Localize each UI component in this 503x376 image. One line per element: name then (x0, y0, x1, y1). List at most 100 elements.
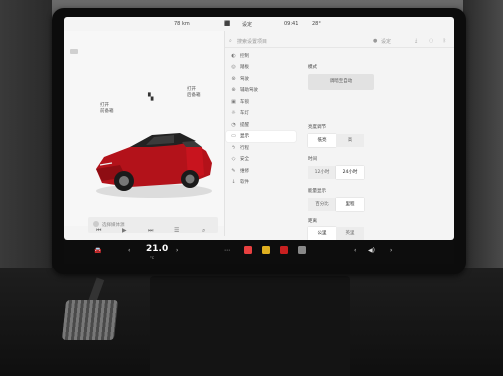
dock-bar: 🚘 ‹ 21.0 °C › ⋯ ‹ ◀) › (64, 240, 454, 264)
energy-display-toggle: 百分比 里程 (308, 198, 364, 211)
trunk-label: 后备箱 (187, 93, 201, 98)
status-bar: 78 km ⬛ 设定 09:41 28° (64, 17, 454, 31)
menu-item-lights[interactable]: ☼ 车灯 (226, 108, 296, 120)
next-track-icon[interactable]: ⏭ (148, 227, 153, 235)
brightness-option-high[interactable]: 高 (336, 134, 364, 147)
menu-item-label: 车锁 (240, 99, 249, 105)
lock-icon: ▣ (231, 98, 236, 105)
car-icon[interactable]: 🚘 (94, 247, 101, 254)
menu-item-label: 行程 (240, 145, 249, 151)
toybox-app-icon[interactable] (262, 246, 270, 254)
display-icon: ▭ (231, 133, 236, 140)
previous-track-icon[interactable]: ⏮ (96, 227, 101, 235)
trunk-open-button[interactable]: 打开 后备箱 (187, 87, 201, 99)
gauge-icon: ◎ (231, 64, 236, 71)
bell-icon: ◔ (231, 121, 236, 128)
energy-option-distance[interactable]: 里程 (336, 198, 364, 211)
brightness-toggle: 低亮 高 (308, 134, 364, 147)
profile-name[interactable]: 设定 (242, 21, 252, 28)
temperature-unit: °C (150, 256, 155, 260)
time-format-label: 时间 (308, 157, 317, 162)
menu-item-label: 辅助驾驶 (240, 88, 258, 94)
search-icon[interactable]: ⌕ (202, 227, 205, 235)
autopilot-icon: ⊕ (231, 87, 236, 94)
brightness-label: 亮度调节 (308, 125, 326, 130)
units-option-km[interactable]: 公里 (308, 227, 336, 240)
panel-divider (224, 31, 225, 236)
menu-item-label: 安全 (240, 157, 249, 163)
menu-item-label: 显示 (240, 134, 249, 140)
menu-item-label: 驾驶 (240, 76, 249, 82)
equalizer-icon[interactable]: ☰ (174, 227, 179, 234)
menu-item-safety[interactable]: ◇ 安全 (226, 154, 296, 166)
brake-pedal (61, 300, 119, 340)
center-console (150, 276, 350, 376)
distance-units-toggle: 公里 英里 (308, 227, 364, 240)
search-icon[interactable]: ⌕ (229, 38, 232, 44)
steering-icon: ⊛ (231, 75, 236, 82)
brightness-option-low[interactable]: 低亮 (308, 134, 336, 147)
menu-item-service[interactable]: ✎ 维修 (226, 165, 296, 177)
menu-item-trips[interactable]: ϟ 行程 (226, 142, 296, 154)
menu-item-display[interactable]: ▭ 显示 (226, 130, 296, 142)
settings-search-bar: ⌕ 搜索设置项目 ● 设定 ⤓ ◌ ᛒ (225, 34, 454, 48)
temp-up-icon[interactable]: › (176, 247, 178, 254)
volume-icon[interactable]: ◀) (368, 247, 375, 254)
download-icon: ↓ (231, 179, 236, 186)
seat-heat-icon[interactable]: ⋯ (224, 247, 230, 254)
calendar-app-icon[interactable] (244, 246, 252, 254)
time-option-12h[interactable]: 12小时 (308, 166, 336, 179)
search-input[interactable]: 搜索设置项目 (237, 38, 267, 45)
mode-button[interactable]: 调暗至自动 (308, 74, 374, 90)
menu-item-label: 维修 (240, 168, 249, 174)
frunk-open-button[interactable]: 打开 前备箱 (100, 103, 114, 115)
settings-menu: ◐ 控制 ◎ 踏板 ⊛ 驾驶 ⊕ 辅助驾驶 ▣ 车锁 ☼ 车灯 ◔ 提醒 ▭ 显示 ϟ 行程 ◇ 安… (226, 50, 296, 188)
user-icon[interactable]: ● (373, 38, 377, 44)
bell-icon[interactable]: ◌ (429, 38, 433, 44)
menu-icon[interactable] (70, 49, 78, 54)
units-option-miles[interactable]: 英里 (336, 227, 364, 240)
bolt-icon: ϟ (231, 144, 236, 151)
energy-option-percent[interactable]: 百分比 (308, 198, 336, 211)
temp-down-icon[interactable]: ‹ (128, 247, 130, 254)
shield-icon: ◇ (231, 156, 236, 163)
distance-units-label: 距离 (308, 219, 317, 224)
phone-app-icon[interactable] (298, 246, 306, 254)
toggle-icon: ◐ (231, 52, 236, 59)
cabin-temperature[interactable]: 21.0 (146, 244, 168, 254)
menu-item-label: 控制 (240, 53, 249, 59)
media-controls: ⏮ ▶ ⏭ ☰ ⌕ (64, 225, 224, 237)
menu-item-alerts[interactable]: ◔ 提醒 (226, 119, 296, 131)
light-icon: ☼ (231, 110, 236, 117)
menu-item-software[interactable]: ↓ 软件 (226, 177, 296, 189)
mode-label: 模式 (308, 65, 317, 70)
download-icon[interactable]: ⤓ (415, 38, 417, 44)
menu-item-label: 车灯 (240, 111, 249, 117)
wrench-icon: ✎ (231, 167, 236, 174)
time-option-24h[interactable]: 24小时 (336, 166, 364, 179)
menu-item-label: 提醒 (240, 122, 249, 128)
display-settings: 模式 调暗至自动 亮度调节 低亮 高 时间 12小时 24小时 能量显示 百分比… (304, 50, 452, 240)
touchscreen: 78 km ⬛ 设定 09:41 28° 打开 前备箱 打开 后备箱 ▚ 选择媒… (64, 17, 454, 240)
outside-temp: 28° (312, 21, 321, 27)
menu-item-locks[interactable]: ▣ 车锁 (226, 96, 296, 108)
car-panel: 打开 前备箱 打开 后备箱 ▚ 选择媒体源 (64, 31, 224, 233)
energy-display-label: 能量显示 (308, 189, 326, 194)
volume-up-icon[interactable]: › (390, 247, 392, 254)
play-icon[interactable]: ▶ (122, 227, 127, 234)
clock: 09:41 (284, 21, 299, 27)
car-lock-icon[interactable]: ▚ (148, 93, 153, 101)
time-format-toggle: 12小时 24小时 (308, 166, 364, 179)
menu-item-pedals[interactable]: ◎ 踏板 (226, 62, 296, 74)
menu-item-label: 踏板 (240, 65, 249, 71)
lock-icon[interactable]: ⬛ (224, 21, 230, 27)
user-name[interactable]: 设定 (381, 38, 391, 45)
menu-item-controls[interactable]: ◐ 控制 (226, 50, 296, 62)
bluetooth-icon[interactable]: ᛒ (443, 38, 446, 44)
media-app-icon[interactable] (280, 246, 288, 254)
menu-item-autopilot[interactable]: ⊕ 辅助驾驶 (226, 85, 296, 97)
menu-item-label: 软件 (240, 180, 249, 186)
menu-item-driving[interactable]: ⊛ 驾驶 (226, 73, 296, 85)
car-image (96, 133, 212, 198)
volume-down-icon[interactable]: ‹ (354, 247, 356, 254)
